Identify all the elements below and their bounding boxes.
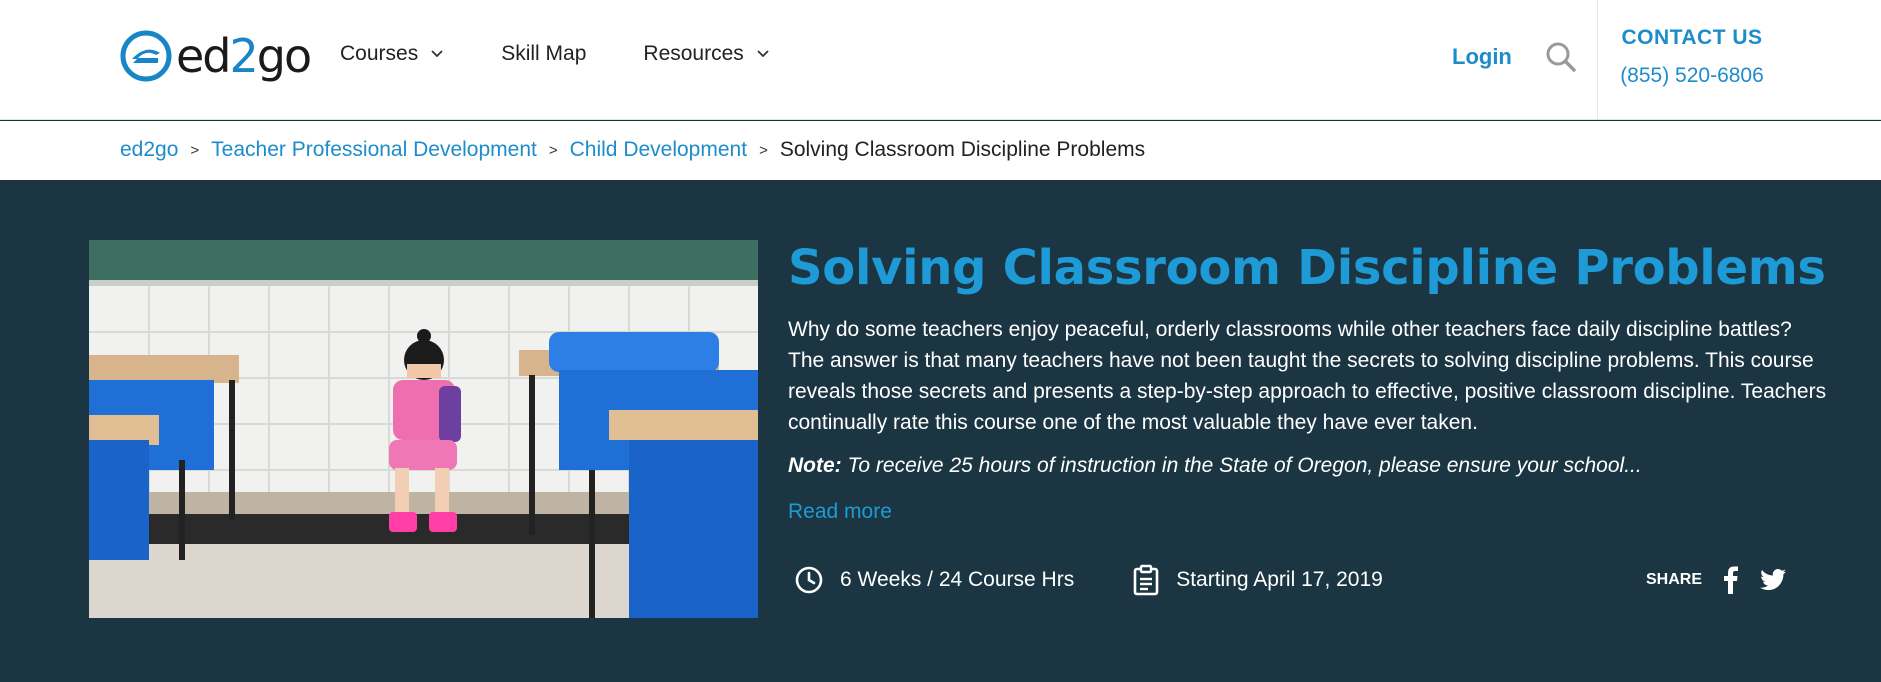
course-duration: 6 Weeks / 24 Course Hrs (794, 565, 1074, 595)
course-meta: 6 Weeks / 24 Course Hrs Starting April 1… (794, 564, 1441, 596)
search-icon[interactable] (1544, 40, 1578, 74)
main-nav: Courses Skill Map Resources (340, 42, 827, 66)
course-image (89, 240, 758, 618)
twitter-icon[interactable] (1760, 569, 1787, 591)
course-hero: Solving Classroom Discipline Problems Wh… (0, 180, 1881, 682)
course-start-text: Starting April 17, 2019 (1176, 568, 1383, 591)
nav-courses-label: Courses (340, 42, 419, 65)
nav-skill-map[interactable]: Skill Map (501, 42, 586, 66)
course-note: Note: To receive 25 hours of instruction… (788, 454, 1642, 478)
clock-icon (795, 566, 823, 594)
nav-skill-map-label: Skill Map (501, 42, 587, 65)
breadcrumb: ed2go > Teacher Professional Development… (120, 138, 1145, 162)
chevron-down-icon (757, 50, 769, 58)
contact-us-link[interactable]: CONTACT US (1597, 26, 1787, 50)
breadcrumb-separator: > (548, 141, 558, 159)
share-label: SHARE (1646, 571, 1703, 588)
course-duration-text: 6 Weeks / 24 Course Hrs (840, 568, 1075, 591)
login-link[interactable]: Login (1452, 44, 1512, 70)
nav-courses[interactable]: Courses (340, 42, 444, 66)
site-header: ed2go Courses Skill Map Resources Login … (0, 0, 1881, 120)
course-description: Why do some teachers enjoy peaceful, ord… (788, 318, 1827, 434)
breadcrumb-teacher-pd[interactable]: Teacher Professional Development (211, 138, 537, 162)
note-label: Note: (788, 454, 842, 477)
breadcrumb-separator: > (190, 141, 200, 159)
clipboard-icon (1133, 564, 1159, 596)
breadcrumb-child-development[interactable]: Child Development (570, 138, 747, 162)
facebook-icon[interactable] (1722, 566, 1739, 594)
course-title: Solving Classroom Discipline Problems (788, 240, 1826, 296)
contact-phone[interactable]: (855) 520-6806 (1597, 64, 1787, 88)
breadcrumb-bar: ed2go > Teacher Professional Development… (0, 121, 1881, 180)
contact-block: CONTACT US (855) 520-6806 (1597, 26, 1787, 88)
ed2go-logo[interactable]: ed2go (120, 28, 312, 84)
chevron-down-icon (431, 50, 443, 58)
breadcrumb-separator: > (759, 141, 768, 159)
logo-wordmark: ed2go (176, 29, 312, 83)
read-more-link[interactable]: Read more (788, 500, 892, 524)
share-bar: SHARE (1646, 566, 1808, 594)
note-text: To receive 25 hours of instruction in th… (841, 454, 1642, 477)
course-start-date: Starting April 17, 2019 (1132, 564, 1383, 596)
breadcrumb-home[interactable]: ed2go (120, 138, 178, 162)
classroom-illustration (89, 240, 758, 618)
breadcrumb-current: Solving Classroom Discipline Problems (779, 138, 1146, 161)
nav-resources[interactable]: Resources (643, 42, 769, 66)
ed2go-logo-icon (120, 30, 172, 82)
nav-resources-label: Resources (643, 42, 744, 65)
